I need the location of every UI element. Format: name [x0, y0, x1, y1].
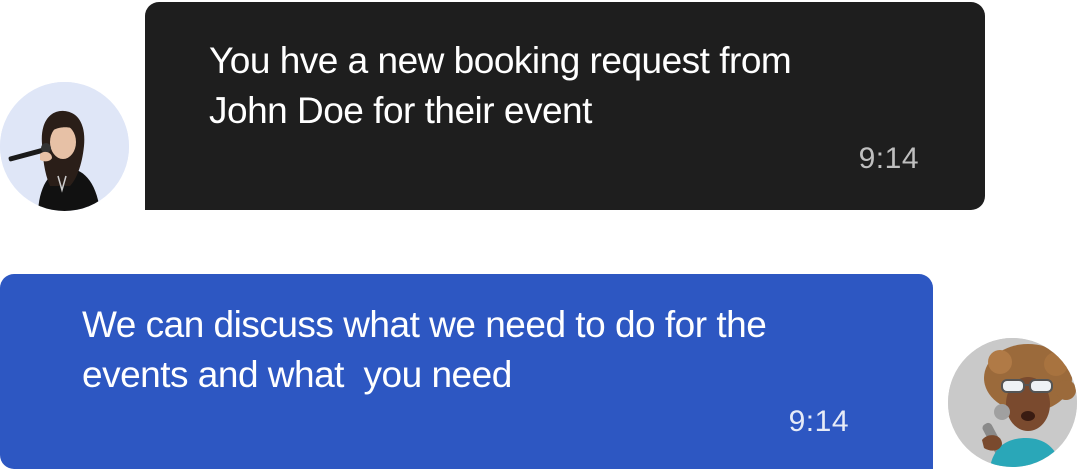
recipient-avatar[interactable] [948, 338, 1077, 467]
sender-avatar[interactable] [0, 82, 129, 211]
singer-avatar-icon [0, 82, 129, 211]
message-text: You hve a new booking request from John … [209, 40, 792, 131]
message-text: We can discuss what we need to do for th… [82, 304, 767, 395]
message-timestamp: 9:14 [788, 405, 849, 438]
message-timestamp: 9:14 [858, 142, 919, 175]
outgoing-message-bubble[interactable]: We can discuss what we need to do for th… [0, 274, 933, 469]
incoming-message-bubble[interactable]: You hve a new booking request from John … [145, 2, 985, 210]
singer-avatar-icon [948, 338, 1077, 467]
